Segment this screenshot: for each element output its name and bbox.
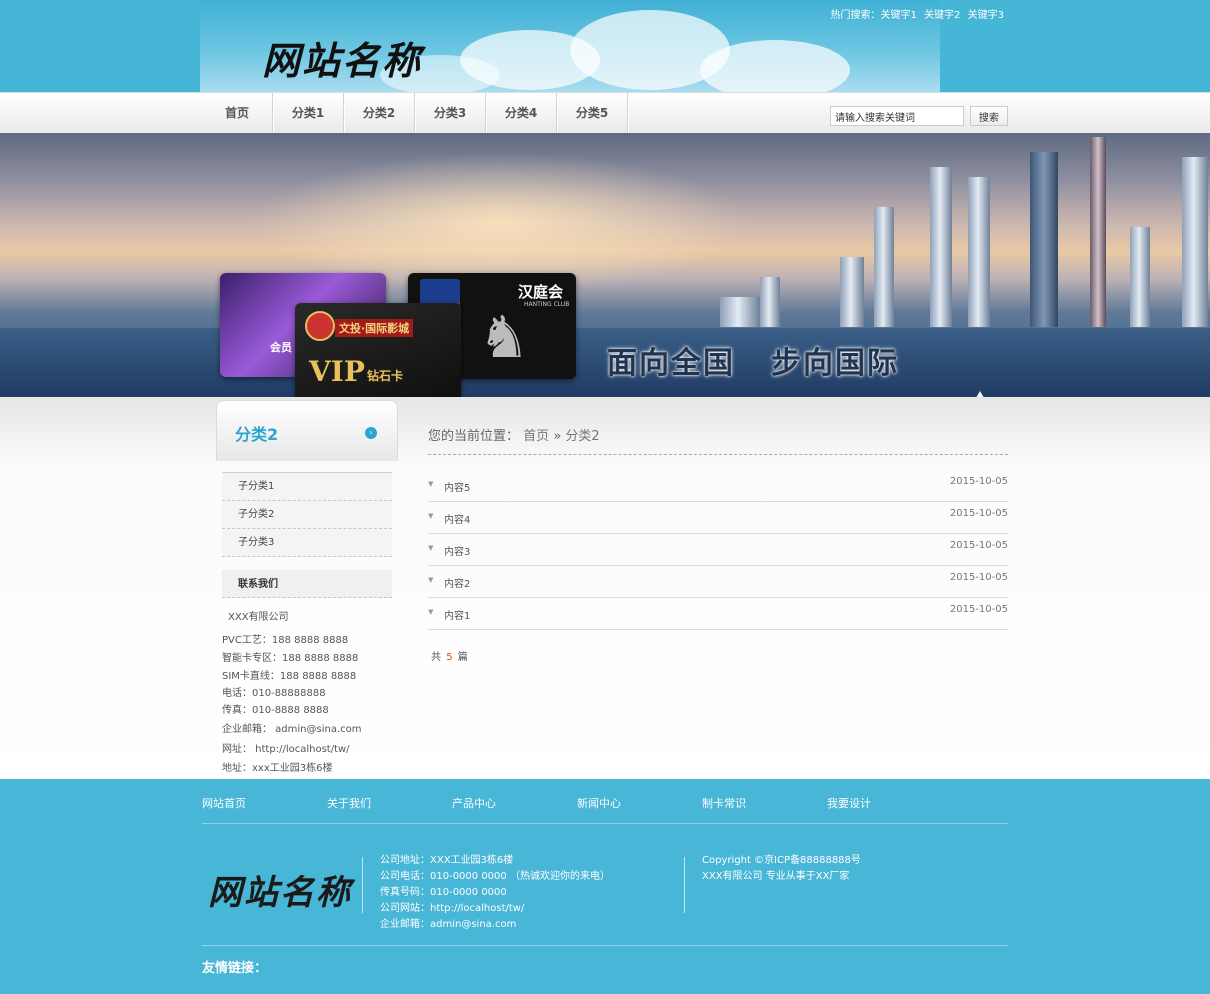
site-header: 网站名称 热门搜索：关键字1 关键字2 关键字3 xyxy=(0,0,1210,92)
article-title-link[interactable]: 内容2 xyxy=(444,575,470,590)
total-count: 共 5 篇 xyxy=(431,652,468,663)
footer-company-info: 公司地址：XXX工业园3栋6楼 公司电话：010-0000 0000 （热诚欢迎… xyxy=(380,855,610,930)
banner-water xyxy=(0,328,1210,397)
article-date: 2015-10-05 xyxy=(949,572,1008,583)
contact-line: PVC工艺：188 8888 8888 xyxy=(222,635,349,646)
footer-link-about[interactable]: 关于我们 xyxy=(327,795,452,811)
article-date: 2015-10-05 xyxy=(949,476,1008,487)
total-count-number: 5 xyxy=(446,652,453,663)
list-item: ▼ 内容4 2015-10-05 xyxy=(428,502,1008,534)
hot-search-label: 热门搜索： xyxy=(830,10,881,21)
breadcrumb-current-link[interactable]: 分类2 xyxy=(565,429,599,444)
article-date: 2015-10-05 xyxy=(949,540,1008,551)
subcategory-item-1[interactable]: 子分类1 xyxy=(222,473,392,501)
contact-heading: 联系我们 xyxy=(222,570,392,598)
hot-keyword-1[interactable]: 关键字1 xyxy=(881,10,917,21)
main-nav: 首页 分类1 分类2 分类3 分类4 分类5 搜索 xyxy=(0,92,1210,135)
footer-link-products[interactable]: 产品中心 xyxy=(452,795,577,811)
triangle-down-icon: ▼ xyxy=(428,576,434,584)
contact-line: 传真：010-8888 8888 xyxy=(222,705,329,716)
article-title-link[interactable]: 内容1 xyxy=(444,607,470,622)
hot-keyword-3[interactable]: 关键字3 xyxy=(968,10,1004,21)
contact-line: 智能卡专区：188 8888 8888 xyxy=(222,653,359,664)
hot-search: 热门搜索：关键字1 关键字2 关键字3 xyxy=(827,6,1005,21)
nav-item-category-5[interactable]: 分类5 xyxy=(557,93,628,133)
list-item: ▼ 内容5 2015-10-05 xyxy=(428,470,1008,502)
subcategory-item-2[interactable]: 子分类2 xyxy=(222,501,392,529)
subcategory-item-3[interactable]: 子分类3 xyxy=(222,529,392,557)
contact-line: 电话：010-88888888 xyxy=(222,688,326,699)
contact-company: XXX有限公司 xyxy=(228,612,289,623)
article-title-link[interactable]: 内容4 xyxy=(444,511,470,526)
triangle-down-icon: ▼ xyxy=(428,608,434,616)
footer-link-news[interactable]: 新闻中心 xyxy=(577,795,702,811)
triangle-down-icon: ▼ xyxy=(428,480,434,488)
breadcrumb: 您的当前位置： 首页 » 分类2 xyxy=(428,429,600,444)
article-date: 2015-10-05 xyxy=(949,604,1008,615)
list-item: ▼ 内容3 2015-10-05 xyxy=(428,534,1008,566)
contact-line: SIM卡直线：188 8888 8888 xyxy=(222,671,357,682)
list-item: ▼ 内容2 2015-10-05 xyxy=(428,566,1008,598)
footer-link-home[interactable]: 网站首页 xyxy=(202,795,327,811)
friendly-links-label: 友情链接： xyxy=(202,961,268,976)
triangle-down-icon: ▼ xyxy=(428,544,434,552)
contact-website: 网址： http://localhost/tw/ xyxy=(222,744,350,755)
site-footer: 网站首页 关于我们 产品中心 新闻中心 制卡常识 我要设计 网站名称 公司地址：… xyxy=(0,779,1210,994)
nav-item-category-3[interactable]: 分类3 xyxy=(415,93,486,133)
horse-icon: ♞ xyxy=(478,303,530,371)
footer-link-design[interactable]: 我要设计 xyxy=(827,795,952,811)
arrow-circle-icon: › xyxy=(365,427,377,439)
footer-link-card-knowledge[interactable]: 制卡常识 xyxy=(702,795,827,811)
contact-address: 地址：xxx工业园3栋6楼 xyxy=(222,763,333,774)
footer-logo: 网站名称 xyxy=(208,873,352,913)
banner: 会员 ♞ 汉庭会 HANTING CLUB 文投·国际影城 VIP 钻石卡 面向… xyxy=(0,133,1210,397)
sidebar-title: 分类2 xyxy=(235,425,279,444)
search-input[interactable] xyxy=(830,106,964,126)
banner-slogan: 面向全国 步向国际 xyxy=(607,346,899,381)
sidebar-header: 分类2 › xyxy=(216,400,398,461)
footer-nav: 网站首页 关于我们 产品中心 新闻中心 制卡常识 我要设计 xyxy=(202,795,952,811)
list-item: ▼ 内容1 2015-10-05 xyxy=(428,598,1008,630)
search-box: 搜索 xyxy=(830,106,1008,126)
subcategory-list: 子分类1 子分类2 子分类3 xyxy=(222,472,392,557)
nav-item-category-2[interactable]: 分类2 xyxy=(344,93,415,133)
breadcrumb-home-link[interactable]: 首页 xyxy=(523,429,549,444)
article-date: 2015-10-05 xyxy=(949,508,1008,519)
nav-item-category-1[interactable]: 分类1 xyxy=(273,93,344,133)
search-button[interactable]: 搜索 xyxy=(969,106,1008,126)
nav-item-category-4[interactable]: 分类4 xyxy=(486,93,557,133)
article-list: ▼ 内容5 2015-10-05 ▼ 内容4 2015-10-05 ▼ 内容3 … xyxy=(428,470,1008,630)
contact-email: 企业邮箱： admin@sina.com xyxy=(222,724,362,735)
article-title-link[interactable]: 内容3 xyxy=(444,543,470,558)
site-logo[interactable]: 网站名称 xyxy=(262,30,422,85)
article-title-link[interactable]: 内容5 xyxy=(444,479,470,494)
footer-copyright: Copyright ©京ICP备88888888号 XXX有限公司 专业从事于X… xyxy=(702,855,861,882)
triangle-down-icon: ▼ xyxy=(428,512,434,520)
vip-card-image: 文投·国际影城 VIP 钻石卡 xyxy=(295,303,461,397)
nav-item-home[interactable]: 首页 xyxy=(202,93,273,133)
hot-keyword-2[interactable]: 关键字2 xyxy=(924,10,960,21)
